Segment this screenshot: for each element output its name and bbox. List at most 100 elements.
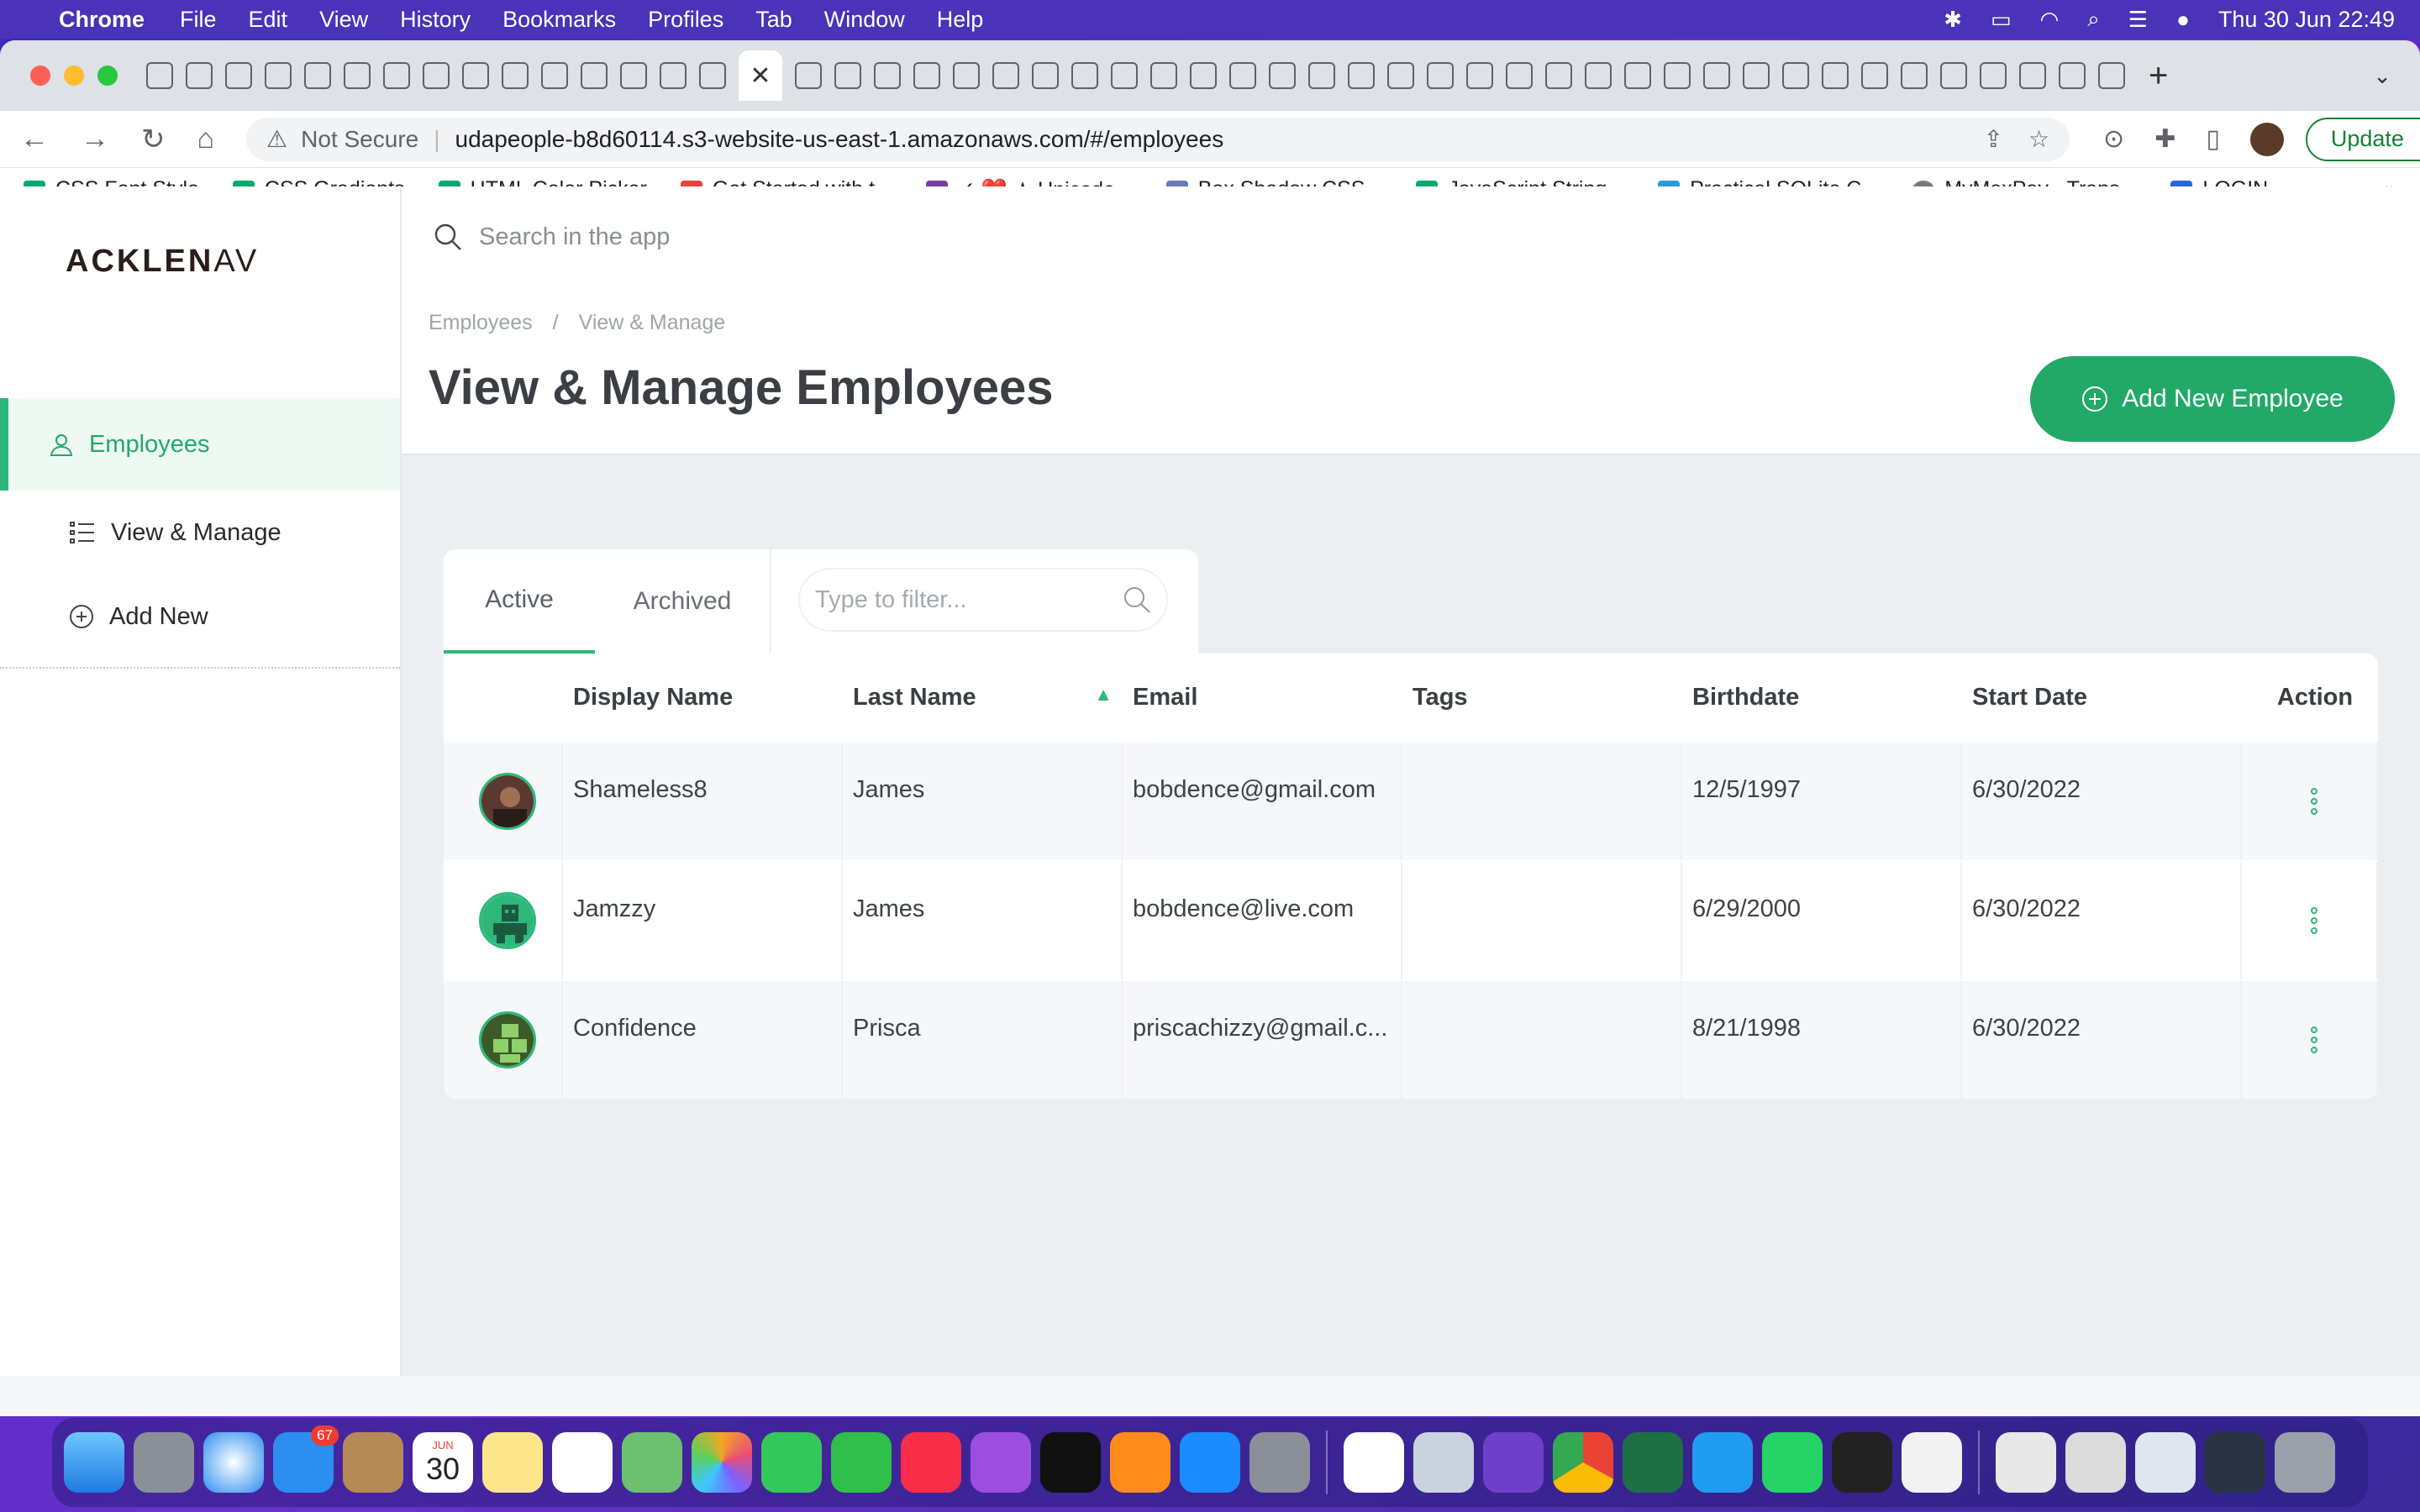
- menu-window[interactable]: Window: [824, 7, 905, 33]
- tab-icon[interactable]: [992, 62, 1019, 89]
- recent-document-icon[interactable]: [2065, 1432, 2126, 1493]
- url-text[interactable]: udapeople-b8d60114.s3-website-us-east-1.…: [455, 126, 1224, 153]
- menu-app-name[interactable]: Chrome: [59, 7, 145, 33]
- menu-help[interactable]: Help: [937, 7, 984, 33]
- zoom-window-button[interactable]: [97, 66, 118, 86]
- recent-document-icon[interactable]: [1996, 1432, 2056, 1493]
- tab-icon[interactable]: [1980, 62, 2007, 89]
- more-vertical-icon[interactable]: [2309, 1026, 2319, 1054]
- security-label[interactable]: Not Secure: [301, 126, 418, 153]
- bookmark-star-icon[interactable]: ☆: [2028, 125, 2049, 153]
- tab-icon[interactable]: [423, 62, 450, 89]
- tab-icon[interactable]: [2098, 62, 2125, 89]
- music-icon[interactable]: [901, 1432, 961, 1493]
- add-new-employee-button[interactable]: Add New Employee: [2030, 356, 2395, 442]
- finder-icon[interactable]: [64, 1432, 124, 1493]
- textedit-icon[interactable]: [1902, 1432, 1962, 1493]
- filter-input[interactable]: Type to filter...: [798, 568, 1168, 632]
- update-button[interactable]: Update ⋮: [2305, 117, 2420, 161]
- table-row[interactable]: Shameless8 James bobdence@gmail.com 12/5…: [444, 741, 2378, 860]
- trash-icon[interactable]: [2275, 1432, 2335, 1493]
- new-tab-icon[interactable]: +: [2149, 57, 2168, 95]
- control-center-icon[interactable]: ☰: [2128, 7, 2148, 33]
- apple-tv-icon[interactable]: [1040, 1432, 1101, 1493]
- notes-icon[interactable]: [482, 1432, 543, 1493]
- calendar-icon[interactable]: JUN 30: [413, 1432, 473, 1493]
- tab-icon[interactable]: [2059, 62, 2086, 89]
- minimize-window-button[interactable]: [64, 66, 84, 86]
- github-desktop-icon[interactable]: [1483, 1432, 1544, 1493]
- sort-ascending-icon[interactable]: ▲: [1094, 684, 1113, 711]
- siri-icon[interactable]: ●: [2176, 7, 2190, 33]
- tab-icon[interactable]: [1308, 62, 1335, 89]
- table-row[interactable]: Confidence Prisca priscachizzy@gmail.c..…: [444, 979, 2378, 1099]
- menubar-clock[interactable]: Thu 30 Jun 22:49: [2218, 7, 2395, 33]
- github-tab-icon[interactable]: [186, 62, 213, 89]
- recent-document-icon[interactable]: [2205, 1432, 2265, 1493]
- globe-tab-icon[interactable]: [1782, 62, 1809, 89]
- powerpoint-tab-icon[interactable]: [1940, 62, 1967, 89]
- column-header-tags[interactable]: Tags: [1402, 684, 1682, 711]
- breadcrumb-employees[interactable]: Employees: [429, 311, 533, 335]
- safari-icon[interactable]: [203, 1432, 264, 1493]
- puzzle-icon[interactable]: ✚: [2154, 124, 2175, 154]
- tab-icon[interactable]: [462, 62, 489, 89]
- podcasts-icon[interactable]: [971, 1432, 1031, 1493]
- slack-icon[interactable]: [1344, 1432, 1404, 1493]
- tab-icon[interactable]: [581, 62, 608, 89]
- tab-icon[interactable]: [1348, 62, 1375, 89]
- share-icon[interactable]: ⇪: [1983, 125, 2002, 153]
- amazon-tab-icon[interactable]: [1545, 62, 1572, 89]
- profile-avatar[interactable]: [2249, 122, 2284, 156]
- avatar[interactable]: [479, 892, 536, 949]
- tab-icon[interactable]: [1427, 62, 1454, 89]
- tab-icon[interactable]: [1229, 62, 1256, 89]
- active-tab[interactable]: ✕: [739, 50, 782, 101]
- menu-edit[interactable]: Edit: [249, 7, 288, 33]
- bluetooth-icon[interactable]: ✱: [1944, 7, 1962, 33]
- launchpad-icon[interactable]: [134, 1432, 194, 1493]
- udacity-tab-icon[interactable]: [660, 62, 687, 89]
- close-tab-icon[interactable]: ✕: [750, 61, 771, 91]
- mail-icon[interactable]: 67: [273, 1425, 339, 1493]
- gmail-tab-icon[interactable]: [344, 62, 371, 89]
- facetime-icon[interactable]: [831, 1432, 892, 1493]
- search-icon[interactable]: [1123, 585, 1151, 614]
- tab-search-chevron-icon[interactable]: ⌄: [2373, 63, 2391, 89]
- udacity-tab-icon[interactable]: [620, 62, 647, 89]
- home-icon[interactable]: ⌂: [197, 123, 215, 155]
- menu-tab[interactable]: Tab: [755, 7, 792, 33]
- tab-icon[interactable]: [1585, 62, 1612, 89]
- youtube-tab-icon[interactable]: [541, 62, 568, 89]
- tab-icon[interactable]: [1664, 62, 1691, 89]
- excel-icon[interactable]: [1623, 1432, 1683, 1493]
- udacity-tab-icon[interactable]: [699, 62, 726, 89]
- spotlight-search-icon[interactable]: ⌕: [2087, 6, 2100, 33]
- udacity-tab-icon[interactable]: [874, 62, 901, 89]
- app-search-placeholder[interactable]: Search in the app: [479, 223, 670, 251]
- tab-active[interactable]: Active: [444, 549, 595, 654]
- wifi-icon[interactable]: ◠: [2040, 7, 2060, 33]
- menu-file[interactable]: File: [180, 7, 217, 33]
- tab-icon[interactable]: [1150, 62, 1177, 89]
- contacts-icon[interactable]: [343, 1432, 403, 1493]
- tab-icon[interactable]: [1071, 62, 1098, 89]
- tab-icon[interactable]: [1111, 62, 1138, 89]
- preview-icon[interactable]: [1413, 1432, 1474, 1493]
- back-icon[interactable]: ←: [20, 123, 49, 155]
- sidebar-item-view-manage[interactable]: View & Manage: [0, 491, 400, 575]
- battery-icon[interactable]: ▭: [1991, 7, 2012, 33]
- tab-icon[interactable]: [1901, 62, 1928, 89]
- tab-icon[interactable]: [1032, 62, 1059, 89]
- tab-icon[interactable]: [1190, 62, 1217, 89]
- tab-icon[interactable]: [1387, 62, 1414, 89]
- app-store-icon[interactable]: [1180, 1432, 1240, 1493]
- forward-icon[interactable]: →: [81, 123, 109, 155]
- tab-icon[interactable]: [795, 62, 822, 89]
- tab-icon[interactable]: [1269, 62, 1296, 89]
- twitter-tab-icon[interactable]: [1822, 62, 1849, 89]
- github-tab-icon[interactable]: [146, 62, 173, 89]
- whatsapp-icon[interactable]: [1762, 1432, 1823, 1493]
- tab-icon[interactable]: [953, 62, 980, 89]
- maps-icon[interactable]: [622, 1432, 682, 1493]
